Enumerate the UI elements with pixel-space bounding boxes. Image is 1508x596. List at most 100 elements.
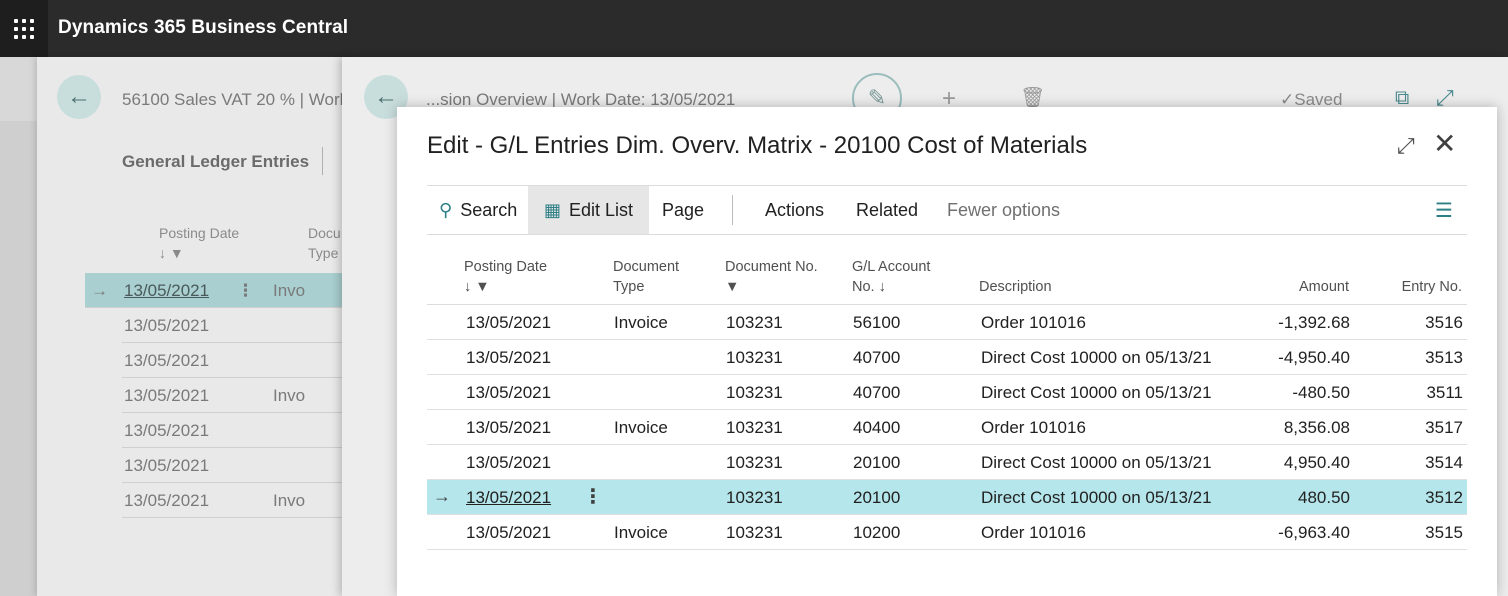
background-page-sales-vat: ← 56100 Sales VAT 20 % | Work General Le… xyxy=(37,57,357,596)
entry-no-cell: 3517 xyxy=(1425,418,1463,437)
gl-account-cell: 20100 xyxy=(853,488,901,507)
entry-no-cell: 3513 xyxy=(1425,348,1463,367)
background-strip xyxy=(0,57,40,121)
document-type-cell: Invo xyxy=(273,491,306,510)
filter-icon: ▼ xyxy=(725,279,740,295)
header-label: Posting Date xyxy=(159,225,240,241)
document-no-cell: 103231 xyxy=(726,453,783,472)
list-item[interactable]: 13/05/2021 xyxy=(122,448,357,483)
expand-icon[interactable]: ⤢ xyxy=(1397,133,1415,159)
entry-no-cell: 3516 xyxy=(1425,313,1463,332)
posting-date-cell: 13/05/2021 xyxy=(124,421,210,440)
table-row[interactable]: 13/05/2021 Invoice 103231 40400 Order 101016… xyxy=(427,410,1467,445)
page-title: 56100 Sales VAT 20 % | Work xyxy=(122,90,349,109)
arrow-left-icon: ← xyxy=(67,83,91,110)
edit-dialog: Edit - G/L Entries Dim. Overv. Matrix - … xyxy=(397,107,1497,596)
amount-cell: -1,392.68 xyxy=(1278,313,1350,332)
column-header-document-type[interactable]: Document Type xyxy=(613,257,679,297)
document-no-cell: 103231 xyxy=(726,313,783,332)
header-label: Document xyxy=(613,259,680,275)
entry-no-cell: 3512 xyxy=(1425,488,1463,507)
column-header-document-type[interactable]: Docu Type xyxy=(308,223,341,263)
posting-date-cell: 13/05/2021 xyxy=(466,418,552,437)
posting-date-cell[interactable]: 13/05/2021 xyxy=(466,488,551,508)
gl-account-cell: 10200 xyxy=(853,523,901,542)
posting-date-cell: 13/05/2021 xyxy=(466,523,552,542)
row-menu-icon[interactable]: ⋮ xyxy=(583,484,603,509)
entry-no-cell: 3511 xyxy=(1426,383,1463,402)
header-label: Docu xyxy=(308,225,341,241)
description-cell: Direct Cost 10000 on 05/13/21 xyxy=(981,348,1212,367)
divider xyxy=(732,195,733,225)
description-cell: Order 101016 xyxy=(981,418,1086,437)
close-icon[interactable]: ✕ xyxy=(1433,127,1456,160)
description-cell: Direct Cost 10000 on 05/13/21 xyxy=(981,453,1212,472)
amount-cell: -480.50 xyxy=(1292,383,1350,402)
column-header-document-no[interactable]: Document No. ▼ xyxy=(725,257,818,297)
posting-date-cell: 13/05/2021 xyxy=(466,383,552,402)
list-item[interactable]: 13/05/2021 xyxy=(122,343,357,378)
amount-cell: 8,356.08 xyxy=(1283,418,1350,437)
arrow-left-icon: ← xyxy=(374,83,398,110)
column-header-amount[interactable]: Amount xyxy=(1275,277,1349,297)
column-header-gl-account[interactable]: G/L Account No. ↓ xyxy=(852,257,930,297)
table-row[interactable]: 13/05/2021 103231 40700 Direct Cost 10000 o… xyxy=(427,375,1467,410)
actions-menu[interactable]: Actions xyxy=(765,186,824,234)
amount-cell: -6,963.40 xyxy=(1278,523,1350,542)
header-label: Posting Date xyxy=(464,259,548,275)
edit-list-label: Edit List xyxy=(569,199,634,220)
table-row[interactable]: 13/05/2021 103231 20100 Direct Cost 10000 o… xyxy=(427,445,1467,480)
app-title: Dynamics 365 Business Central xyxy=(58,17,349,38)
current-row-arrow-icon: → xyxy=(433,486,451,506)
current-row-arrow-icon: → xyxy=(91,281,108,300)
page-menu[interactable]: Page xyxy=(662,186,704,234)
document-no-cell: 103231 xyxy=(726,418,783,437)
amount-cell: 4,950.40 xyxy=(1283,453,1350,472)
list-item[interactable]: 13/05/2021 xyxy=(122,413,357,448)
search-icon: ⚲ xyxy=(439,199,453,220)
app-launcher-icon[interactable] xyxy=(0,0,48,57)
column-header-posting-date[interactable]: Posting Date ↓ ▼ xyxy=(464,257,547,297)
table-row[interactable]: 13/05/2021 Invoice 103231 56100 Order 101016… xyxy=(427,305,1467,340)
list-item[interactable]: 13/05/2021 Invo xyxy=(122,483,357,518)
list-item[interactable]: → ⋮ 13/05/2021 Invo xyxy=(85,273,357,308)
search-label: Search xyxy=(460,199,518,220)
search-button[interactable]: ⚲ Search xyxy=(439,186,517,234)
gl-account-cell: 40400 xyxy=(853,418,901,437)
column-header-posting-date[interactable]: Posting Date ↓ ▼ xyxy=(159,223,239,263)
posting-date-cell: 13/05/2021 xyxy=(466,313,552,332)
document-type-cell: Invoice xyxy=(614,313,668,332)
amount-cell: 480.50 xyxy=(1298,488,1350,507)
edit-list-button[interactable]: ▦ Edit List xyxy=(528,186,650,234)
related-menu[interactable]: Related xyxy=(856,186,918,234)
fewer-options-button[interactable]: Fewer options xyxy=(947,186,1060,234)
column-header-entry-no[interactable]: Entry No. xyxy=(1382,277,1462,297)
list-item[interactable]: 13/05/2021 xyxy=(122,308,357,343)
back-button[interactable]: ← xyxy=(57,75,101,119)
table-row[interactable]: 13/05/2021 Invoice 103231 10200 Order 101016… xyxy=(427,515,1467,550)
list-view-icon[interactable]: ☰ xyxy=(1435,186,1453,234)
edit-list-icon: ▦ xyxy=(544,199,562,220)
entries-list: → ⋮ 13/05/2021 Invo 13/05/2021 13/05/2021 13/0… xyxy=(85,273,357,518)
sort-filter-icon: ↓ ▼ xyxy=(464,279,490,295)
divider xyxy=(322,147,323,175)
document-type-cell: Invoice xyxy=(614,418,668,437)
action-bar: ⚲ Search ▦ Edit List Page Actions Relate… xyxy=(427,185,1467,235)
grid-header: Posting Date ↓ ▼ Document Type Document … xyxy=(427,235,1467,305)
header-label-line2: No. ↓ xyxy=(852,279,886,295)
document-type-cell: Invo xyxy=(273,281,306,300)
posting-date-cell: 13/05/2021 xyxy=(124,316,210,335)
description-cell: Order 101016 xyxy=(981,313,1086,332)
page-subtitle[interactable]: General Ledger Entries xyxy=(122,152,309,172)
description-cell: Direct Cost 10000 on 05/13/21 xyxy=(981,383,1212,402)
amount-cell: -4,950.40 xyxy=(1278,348,1350,367)
row-menu-icon[interactable]: ⋮ xyxy=(237,281,254,301)
table-row[interactable]: 13/05/2021 103231 40700 Direct Cost 10000 o… xyxy=(427,340,1467,375)
header-label: Type xyxy=(613,279,645,295)
table-row[interactable]: → ⋮ 13/05/2021 103231 20100 Direct Cost 10000… xyxy=(427,480,1467,515)
posting-date-cell: 13/05/2021 xyxy=(124,456,210,475)
column-header-description[interactable]: Description xyxy=(979,277,1052,297)
list-item[interactable]: 13/05/2021 Invo xyxy=(122,378,357,413)
dialog-title: Edit - G/L Entries Dim. Overv. Matrix - … xyxy=(427,132,1088,159)
gl-account-cell: 56100 xyxy=(853,313,901,332)
